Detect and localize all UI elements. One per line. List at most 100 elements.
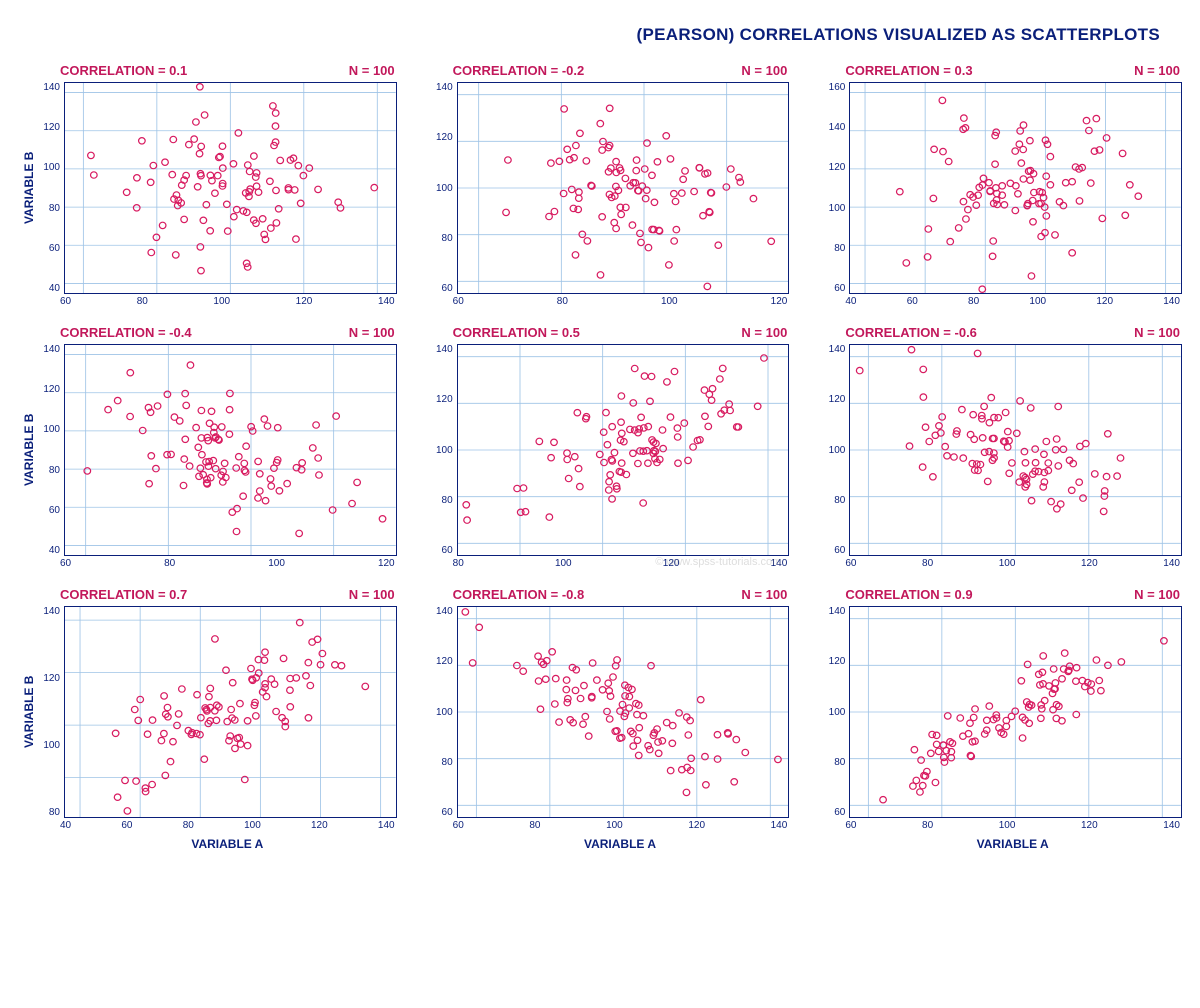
y-tick: 60 <box>429 283 453 294</box>
x-tick: 40 <box>845 296 856 307</box>
x-tick: 120 <box>1081 558 1098 569</box>
panel-title-n: N = 100 <box>1134 587 1180 602</box>
y-tick: 80 <box>821 243 845 254</box>
panel-title-correlation: CORRELATION = 0.7 <box>60 587 187 602</box>
x-tick: 120 <box>1096 296 1113 307</box>
y-tick: 80 <box>36 203 60 214</box>
y-tick: 120 <box>36 384 60 395</box>
x-ticks: 406080100120140 <box>845 296 1180 307</box>
x-tick: 100 <box>999 558 1016 569</box>
y-tick: 120 <box>821 394 845 405</box>
x-tick: 140 <box>378 296 395 307</box>
scatter-panel-4: CORRELATION = -0.4 N = 100 VARIABLE B 14… <box>20 325 395 569</box>
x-tick: 100 <box>268 558 285 569</box>
x-tick: 80 <box>183 820 194 831</box>
scatter-plot <box>457 344 790 556</box>
panel-title-correlation: CORRELATION = 0.1 <box>60 63 187 78</box>
x-tick: 140 <box>378 820 395 831</box>
panel-title-n: N = 100 <box>741 587 787 602</box>
y-tick: 140 <box>821 606 845 617</box>
y-axis-label: VARIABLE B <box>20 606 36 818</box>
y-tick: 60 <box>36 505 60 516</box>
panel-title-n: N = 100 <box>741 325 787 340</box>
x-tick: 60 <box>60 558 71 569</box>
x-tick: 100 <box>661 296 678 307</box>
x-tick: 120 <box>1081 820 1098 831</box>
x-tick: 80 <box>922 820 933 831</box>
y-tick: 120 <box>821 162 845 173</box>
x-tick: 80 <box>137 296 148 307</box>
y-tick: 140 <box>821 344 845 355</box>
x-tick: 60 <box>60 296 71 307</box>
x-tick: 120 <box>688 820 705 831</box>
x-tick: 140 <box>1163 296 1180 307</box>
panel-title-correlation: CORRELATION = -0.4 <box>60 325 192 340</box>
scatter-plot <box>849 606 1182 818</box>
y-tick: 40 <box>36 545 60 556</box>
y-tick: 80 <box>821 495 845 506</box>
y-tick: 60 <box>429 807 453 818</box>
x-tick: 60 <box>453 296 464 307</box>
scatter-plot <box>64 606 397 818</box>
y-tick: 100 <box>36 740 60 751</box>
panel-title-correlation: CORRELATION = 0.3 <box>845 63 972 78</box>
y-tick: 80 <box>36 807 60 818</box>
x-axis-label: VARIABLE A <box>453 837 788 851</box>
x-tick: 60 <box>453 820 464 831</box>
x-tick: 120 <box>296 296 313 307</box>
y-tick: 160 <box>821 82 845 93</box>
x-tick: 140 <box>771 558 788 569</box>
x-tick: 80 <box>557 296 568 307</box>
y-tick: 60 <box>821 807 845 818</box>
panel-title-correlation: CORRELATION = -0.6 <box>845 325 977 340</box>
y-tick: 100 <box>36 424 60 435</box>
y-tick: 100 <box>429 445 453 456</box>
y-axis-label: VARIABLE B <box>20 82 36 294</box>
y-tick: 120 <box>821 656 845 667</box>
y-ticks: 1401201008060 <box>429 82 457 294</box>
scatter-grid: CORRELATION = 0.1 N = 100 VARIABLE B 140… <box>20 63 1180 831</box>
scatter-plot <box>457 606 790 818</box>
y-ticks: 140120100806040 <box>36 82 64 294</box>
y-tick: 120 <box>429 132 453 143</box>
x-tick: 120 <box>311 820 328 831</box>
y-tick: 100 <box>429 707 453 718</box>
y-ticks: 140120100806040 <box>36 344 64 556</box>
scatter-panel-5: CORRELATION = 0.5 N = 100 VARIABLE B 140… <box>413 325 788 569</box>
x-tick: 60 <box>121 820 132 831</box>
x-ticks: 60 80 100 120 140 <box>60 296 395 307</box>
y-tick: 80 <box>429 757 453 768</box>
y-tick: 80 <box>821 757 845 768</box>
y-tick: 80 <box>36 465 60 476</box>
y-tick: 140 <box>429 606 453 617</box>
y-tick: 40 <box>36 283 60 294</box>
y-tick: 60 <box>429 545 453 556</box>
x-tick: 140 <box>1163 820 1180 831</box>
x-tick: 120 <box>771 296 788 307</box>
scatter-panel-1: CORRELATION = 0.1 N = 100 VARIABLE B 140… <box>20 63 395 307</box>
x-tick: 100 <box>244 820 261 831</box>
panel-title-n: N = 100 <box>349 587 395 602</box>
scatter-plot <box>64 82 397 294</box>
y-tick: 100 <box>821 203 845 214</box>
x-tick: 40 <box>60 820 71 831</box>
panel-title-n: N = 100 <box>1134 325 1180 340</box>
y-tick: 120 <box>429 656 453 667</box>
x-tick: 80 <box>529 820 540 831</box>
x-tick: 100 <box>1029 296 1046 307</box>
x-tick: 100 <box>213 296 230 307</box>
y-tick: 140 <box>36 606 60 617</box>
scatter-plot <box>849 82 1182 294</box>
y-tick: 120 <box>36 673 60 684</box>
x-ticks: 6080100120 <box>60 558 395 569</box>
y-tick: 140 <box>429 344 453 355</box>
y-tick: 60 <box>821 283 845 294</box>
panel-title-correlation: CORRELATION = -0.2 <box>453 63 585 78</box>
scatter-panel-2: CORRELATION = -0.2 N = 100 VARIABLE B 14… <box>413 63 788 307</box>
y-axis-label: VARIABLE B <box>20 344 36 556</box>
y-ticks: 1401201008060 <box>821 344 849 556</box>
x-ticks: 6080100120140 <box>453 820 788 831</box>
x-tick: 140 <box>1163 558 1180 569</box>
y-ticks: 1401201008060 <box>429 344 457 556</box>
scatter-plot <box>64 344 397 556</box>
